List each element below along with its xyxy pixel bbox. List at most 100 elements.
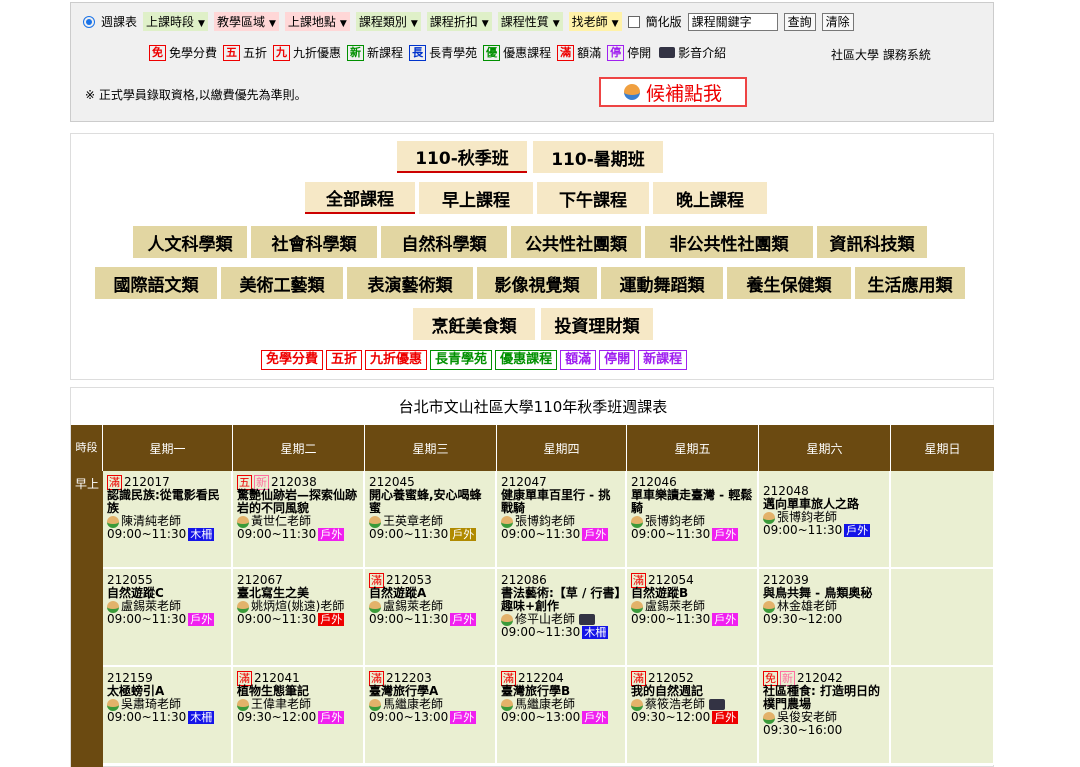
category-button[interactable]: 社會科學類 <box>251 226 377 258</box>
schedule-cell[interactable]: 滿 212017 認識民族:從電影看民族 陳清純老師 09:00~11:30 木柵 <box>103 471 233 569</box>
legend-filter[interactable]: 額滿 <box>560 350 597 370</box>
location-badge: 戶外 <box>582 711 609 724</box>
filter-dropdown[interactable]: 上課時段 ▼ <box>143 12 208 31</box>
schedule-cell[interactable]: 212039 與鳥共舞 - 鳥類奧秘 林金雄老師 09:30~12:00 <box>759 569 891 667</box>
legend-filter[interactable]: 新課程 <box>638 350 688 370</box>
category-button[interactable]: 國際語文類 <box>95 267 217 299</box>
location-badge: 戶外 <box>582 528 609 541</box>
legend-filter[interactable]: 長青學苑 <box>430 350 493 370</box>
course-name[interactable]: 開心養蜜蜂,安心喝蜂蜜 <box>369 489 491 515</box>
schedule-cell[interactable]: 212067 臺北寫生之美 姚炳煊(姚遠)老師 09:00~11:30 戶外 <box>233 569 365 667</box>
course-name[interactable]: 健康單車百里行 - 挑戰騎 <box>501 489 621 515</box>
legend-filter[interactable]: 五折 <box>326 350 363 370</box>
filter-dropdown[interactable]: 教學區域 ▼ <box>213 12 279 31</box>
chevron-down-icon: ▼ <box>552 19 560 29</box>
schedule-cell <box>891 667 995 765</box>
category-button[interactable]: 養生保健類 <box>727 267 851 299</box>
teacher-icon <box>631 515 643 528</box>
schedule-cell[interactable]: 212048 邁向單車旅人之路 張博鈞老師 09:00~11:30 戶外 <box>759 471 891 569</box>
course-time: 09:00~11:30 <box>501 625 581 639</box>
filter-dropdown[interactable]: 上課地點 ▼ <box>284 12 350 31</box>
legend-tag: 五 <box>223 44 241 61</box>
schedule-cell[interactable]: 212047 健康單車百里行 - 挑戰騎 張博鈞老師 09:00~11:30 戶外 <box>497 471 627 569</box>
simplified-checkbox[interactable] <box>627 15 640 28</box>
course-time: 09:00~13:00 <box>501 710 581 724</box>
tab-time[interactable]: 全部課程 <box>305 182 415 214</box>
schedule-cell[interactable]: 滿 212054 自然遊蹤B 盧錫萊老師 09:00~11:30 戶外 <box>627 569 759 667</box>
filter-dropdown-label: 上課時段 <box>146 15 195 29</box>
course-name[interactable]: 書法藝術:【草 / 行書】趣味+創作 <box>501 587 621 613</box>
course-id: 212055 <box>107 573 153 587</box>
legend-filter[interactable]: 優惠課程 <box>495 350 558 370</box>
category-button[interactable]: 資訊科技類 <box>817 226 927 258</box>
waitlist-button[interactable]: 候補點我 <box>599 77 747 107</box>
course-time: 09:00~11:30 <box>763 523 843 537</box>
course-id: 212046 <box>631 475 677 489</box>
category-button[interactable]: 自然科學類 <box>381 226 507 258</box>
course-name[interactable]: 認識民族:從電影看民族 <box>107 489 227 515</box>
legend-filter[interactable]: 九折優惠 <box>365 350 428 370</box>
category-button[interactable]: 美術工藝類 <box>221 267 343 299</box>
keyword-input[interactable]: 課程關鍵字 <box>687 12 778 31</box>
course-time: 09:30~12:00 <box>763 612 843 626</box>
category-button[interactable]: 表演藝術類 <box>347 267 473 299</box>
category-button[interactable]: 投資理財類 <box>541 308 653 340</box>
schedule-cell[interactable]: 212046 單車樂讀走臺灣 - 輕鬆騎 張博鈞老師 09:00~11:30 戶外 <box>627 471 759 569</box>
course-name[interactable]: 單車樂讀走臺灣 - 輕鬆騎 <box>631 489 753 515</box>
time-line: 09:30~12:00 戶外 <box>631 711 753 724</box>
weekly-radio[interactable] <box>83 15 95 28</box>
day-header: 星期六 <box>759 425 891 471</box>
tab-time[interactable]: 早上課程 <box>419 182 533 214</box>
filter-dropdown[interactable]: 找老師 ▼ <box>568 12 622 31</box>
course-time: 09:00~11:30 <box>631 527 711 541</box>
legend-filter[interactable]: 免學分費 <box>261 350 324 370</box>
tab-semester[interactable]: 110-暑期班 <box>533 141 663 173</box>
location-badge: 木柵 <box>188 528 215 541</box>
legend-filter[interactable]: 停開 <box>599 350 636 370</box>
category-button[interactable]: 非公共性社團類 <box>645 226 813 258</box>
video-icon[interactable] <box>579 614 596 625</box>
filter-dropdown[interactable]: 課程類別 ▼ <box>355 12 421 31</box>
schedule-cell[interactable]: 212055 自然遊蹤C 盧錫萊老師 09:00~11:30 戶外 <box>103 569 233 667</box>
schedule-cell[interactable]: 滿 212203 臺灣旅行學A 馬繼康老師 09:00~13:00 戶外 <box>365 667 497 765</box>
category-button[interactable]: 烹飪美食類 <box>413 308 535 340</box>
schedule-cell[interactable]: 212086 書法藝術:【草 / 行書】趣味+創作 修平山老師 09:00~11:30… <box>497 569 627 667</box>
schedule-cell[interactable]: 212159 太極螃引A 吳肅琦老師 09:00~11:30 木柵 <box>103 667 233 765</box>
schedule-cell[interactable]: 滿 212041 植物生態筆記 王偉聿老師 09:30~12:00 戶外 <box>233 667 365 765</box>
legend-tag: 長 <box>409 44 427 61</box>
category-button[interactable]: 生活應用類 <box>855 267 965 299</box>
schedule-cell[interactable]: 五新 212038 驚艷仙跡岩—探索仙跡岩的不同風貌 黃世仁老師 09:00~11:30… <box>233 471 365 569</box>
clear-button[interactable]: 清除 <box>821 12 854 31</box>
teacher-icon <box>237 600 249 613</box>
query-button[interactable]: 查詢 <box>783 12 816 31</box>
schedule-cell[interactable]: 212045 開心養蜜蜂,安心喝蜂蜜 王英章老師 09:00~11:30 戶外 <box>365 471 497 569</box>
filter-dropdown[interactable]: 課程折扣 ▼ <box>426 12 492 31</box>
weekly-label: 週課表 <box>101 15 138 29</box>
category-button[interactable]: 運動舞蹈類 <box>601 267 723 299</box>
location-badge: 戶外 <box>450 711 477 724</box>
schedule-cell[interactable]: 滿 212053 自然遊蹤A 盧錫萊老師 09:00~11:30 戶外 <box>365 569 497 667</box>
chevron-down-icon: ▼ <box>198 19 205 29</box>
legend-tag: 優 <box>483 44 501 61</box>
category-button[interactable]: 影像視覺類 <box>477 267 597 299</box>
course-name[interactable]: 驚艷仙跡岩—探索仙跡岩的不同風貌 <box>237 489 359 515</box>
schedule-cell[interactable]: 滿 212052 我的自然週記 蔡筱浩老師 09:30~12:00 戶外 <box>627 667 759 765</box>
filter-dropdown[interactable]: 課程性質 ▼ <box>497 12 563 31</box>
schedule-cell[interactable]: 滿 212204 臺灣旅行學B 馬繼康老師 09:00~13:00 戶外 <box>497 667 627 765</box>
tab-semester[interactable]: 110-秋季班 <box>397 141 527 173</box>
tab-time[interactable]: 下午課程 <box>537 182 649 214</box>
category-button[interactable]: 公共性社團類 <box>511 226 641 258</box>
day-header: 星期三 <box>365 425 497 471</box>
tab-time[interactable]: 晚上課程 <box>653 182 767 214</box>
video-label[interactable]: 影音介紹 <box>678 44 726 61</box>
schedule-cell[interactable]: 免新 212042 社區種食: 打造明日的樸門農場 吳俊安老師 09:30~16:00 <box>759 667 891 765</box>
video-icon[interactable] <box>709 699 726 710</box>
course-time: 09:00~11:30 <box>237 527 317 541</box>
course-id: 212042 <box>797 671 843 685</box>
schedule-cell <box>891 569 995 667</box>
course-id: 212204 <box>518 671 564 685</box>
legend-label: 長青學苑 <box>429 46 478 60</box>
time-line: 09:30~16:00 <box>763 724 885 737</box>
course-name[interactable]: 社區種食: 打造明日的樸門農場 <box>763 685 885 711</box>
category-button[interactable]: 人文科學類 <box>133 226 247 258</box>
